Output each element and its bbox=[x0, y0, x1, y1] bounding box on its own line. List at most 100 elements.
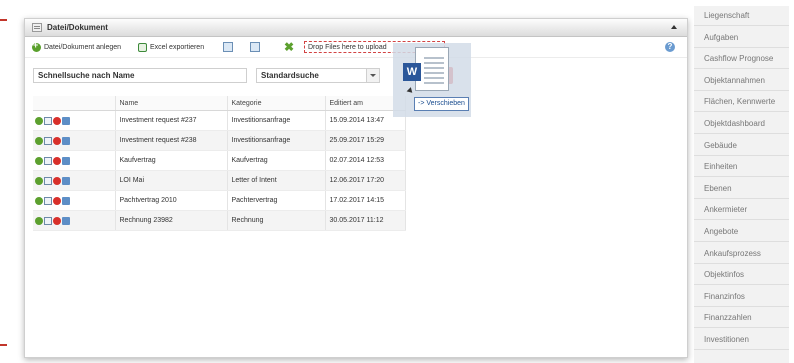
cell-name: Rechnung 23982 bbox=[115, 210, 228, 231]
edit-icon[interactable] bbox=[44, 136, 52, 145]
fullscreen-icon[interactable]: ✖ bbox=[284, 40, 294, 54]
document-table: Name Kategorie Editiert am Investment re… bbox=[33, 96, 406, 231]
save-icon[interactable] bbox=[62, 216, 70, 225]
delete-icon[interactable] bbox=[53, 116, 61, 125]
cell-editiert: 17.02.2017 14:15 bbox=[325, 190, 406, 211]
sidebar-item[interactable]: Objektdashboard bbox=[694, 114, 789, 134]
approve-icon[interactable] bbox=[35, 216, 43, 225]
edit-icon[interactable] bbox=[44, 176, 52, 185]
cell-kategorie: Kaufvertrag bbox=[227, 150, 326, 171]
sidebar-item[interactable]: Cashflow Prognose bbox=[694, 49, 789, 70]
add-document-button[interactable]: Datei/Dokument anlegen bbox=[32, 40, 122, 53]
toolbar: Datei/Dokument anlegen Excel exportieren… bbox=[25, 37, 687, 58]
delete-icon[interactable] bbox=[53, 196, 61, 205]
excel-export-button[interactable]: Excel exportieren bbox=[138, 41, 204, 53]
print-icon[interactable] bbox=[250, 42, 260, 52]
row-actions bbox=[33, 170, 116, 191]
sidebar-item[interactable]: Aufgaben bbox=[694, 28, 789, 48]
panel-icon bbox=[32, 23, 42, 32]
cell-kategorie: Letter of Intent bbox=[227, 170, 326, 191]
cell-editiert: 30.05.2017 11:12 bbox=[325, 210, 406, 231]
cell-name: Pachtvertrag 2010 bbox=[115, 190, 228, 211]
cell-editiert: 25.09.2017 15:29 bbox=[325, 130, 406, 151]
sidebar-item[interactable]: Liegenschaft bbox=[694, 6, 789, 26]
delete-icon[interactable] bbox=[53, 156, 61, 165]
chevron-down-icon[interactable] bbox=[366, 69, 379, 82]
excel-icon bbox=[138, 42, 147, 52]
sidebar-item[interactable]: Ankermieter bbox=[694, 200, 789, 221]
excel-export-label: Excel exportieren bbox=[150, 43, 205, 51]
cell-kategorie: Investitionsanfrage bbox=[227, 110, 326, 131]
sidebar-item[interactable]: Investitionen bbox=[694, 330, 789, 350]
document-panel: Datei/Dokument Datei/Dokument anlegen Ex… bbox=[24, 18, 688, 358]
delete-icon[interactable] bbox=[53, 176, 61, 185]
row-actions bbox=[33, 150, 116, 171]
help-icon[interactable]: ? bbox=[665, 42, 675, 52]
row-actions bbox=[33, 190, 116, 211]
row-actions bbox=[33, 110, 116, 131]
edit-icon[interactable] bbox=[44, 156, 52, 165]
sidebar-item[interactable]: Gebäude bbox=[694, 136, 789, 156]
sidebar-item[interactable]: Ankaufsprozess bbox=[694, 244, 789, 264]
word-icon: W bbox=[403, 63, 421, 81]
save-icon[interactable] bbox=[62, 176, 70, 185]
sidebar-item[interactable]: Einheiten bbox=[694, 157, 789, 178]
delete-icon[interactable] bbox=[53, 216, 61, 225]
save-icon[interactable] bbox=[62, 136, 70, 145]
edit-icon[interactable] bbox=[44, 116, 52, 125]
quick-search-input[interactable]: Schnellsuche nach Name bbox=[33, 68, 247, 83]
cell-kategorie: Rechnung bbox=[227, 210, 326, 231]
cell-editiert: 12.06.2017 17:20 bbox=[325, 170, 406, 191]
edit-icon[interactable] bbox=[44, 216, 52, 225]
cell-editiert: 02.07.2014 12:53 bbox=[325, 150, 406, 171]
table-row[interactable]: LOI Mai Letter of Intent 12.06.2017 17:20 bbox=[33, 170, 406, 191]
cell-kategorie: Investitionsanfrage bbox=[227, 130, 326, 151]
column-header-kategorie[interactable]: Kategorie bbox=[227, 96, 326, 111]
grid-view-icon[interactable] bbox=[223, 42, 233, 52]
cell-name: Investment request #238 bbox=[115, 130, 228, 151]
table-row[interactable]: Investment request #237 Investitionsanfra… bbox=[33, 110, 406, 131]
column-header-name[interactable]: Name bbox=[115, 96, 228, 111]
table-row[interactable]: Kaufvertrag Kaufvertrag 02.07.2014 12:53 bbox=[33, 150, 406, 171]
cell-name: Kaufvertrag bbox=[115, 150, 228, 171]
sidebar-item[interactable]: Objektinfos bbox=[694, 265, 789, 286]
approve-icon[interactable] bbox=[35, 196, 43, 205]
table-header-row: Name Kategorie Editiert am bbox=[33, 96, 406, 111]
left-edge-marker-bottom bbox=[0, 344, 7, 346]
sidebar-item[interactable]: Angebote bbox=[694, 222, 789, 242]
sidebar-item[interactable]: Flächen, Kennwerte bbox=[694, 92, 789, 113]
search-mode-value: Standardsuche bbox=[261, 71, 319, 80]
collapse-icon[interactable] bbox=[671, 25, 677, 29]
row-actions bbox=[33, 210, 116, 231]
save-icon[interactable] bbox=[62, 116, 70, 125]
add-document-label: Datei/Dokument anlegen bbox=[44, 43, 122, 51]
approve-icon[interactable] bbox=[35, 136, 43, 145]
sidebar: Liegenschaft Aufgaben Cashflow Prognose Obj… bbox=[694, 6, 789, 363]
sidebar-item[interactable]: Ebenen bbox=[694, 179, 789, 199]
cell-name: Investment request #237 bbox=[115, 110, 228, 131]
save-icon[interactable] bbox=[62, 196, 70, 205]
save-icon[interactable] bbox=[62, 156, 70, 165]
left-edge-marker-top bbox=[0, 19, 7, 21]
column-header-actions bbox=[33, 96, 116, 111]
move-tooltip: -> Verschieben bbox=[414, 97, 469, 111]
delete-icon[interactable] bbox=[53, 136, 61, 145]
table-body: Investment request #237 Investitionsanfra… bbox=[33, 110, 406, 231]
sidebar-item[interactable]: Finanzinfos bbox=[694, 287, 789, 307]
sidebar-item[interactable]: Finanzzahlen bbox=[694, 308, 789, 329]
row-actions bbox=[33, 130, 116, 151]
search-mode-select[interactable]: Standardsuche bbox=[256, 68, 380, 83]
approve-icon[interactable] bbox=[35, 156, 43, 165]
approve-icon[interactable] bbox=[35, 116, 43, 125]
panel-header: Datei/Dokument bbox=[25, 19, 687, 37]
add-icon bbox=[32, 40, 41, 52]
edit-icon[interactable] bbox=[44, 196, 52, 205]
table-row[interactable]: Investment request #238 Investitionsanfra… bbox=[33, 130, 406, 151]
panel-title: Datei/Dokument bbox=[47, 23, 108, 32]
approve-icon[interactable] bbox=[35, 176, 43, 185]
table-row[interactable]: Rechnung 23982 Rechnung 30.05.2017 11:12 bbox=[33, 210, 406, 231]
cell-kategorie: Pachtervertrag bbox=[227, 190, 326, 211]
sidebar-item[interactable]: Objektannahmen bbox=[694, 71, 789, 91]
cell-name: LOI Mai bbox=[115, 170, 228, 191]
table-row[interactable]: Pachtvertrag 2010 Pachtervertrag 17.02.201… bbox=[33, 190, 406, 211]
